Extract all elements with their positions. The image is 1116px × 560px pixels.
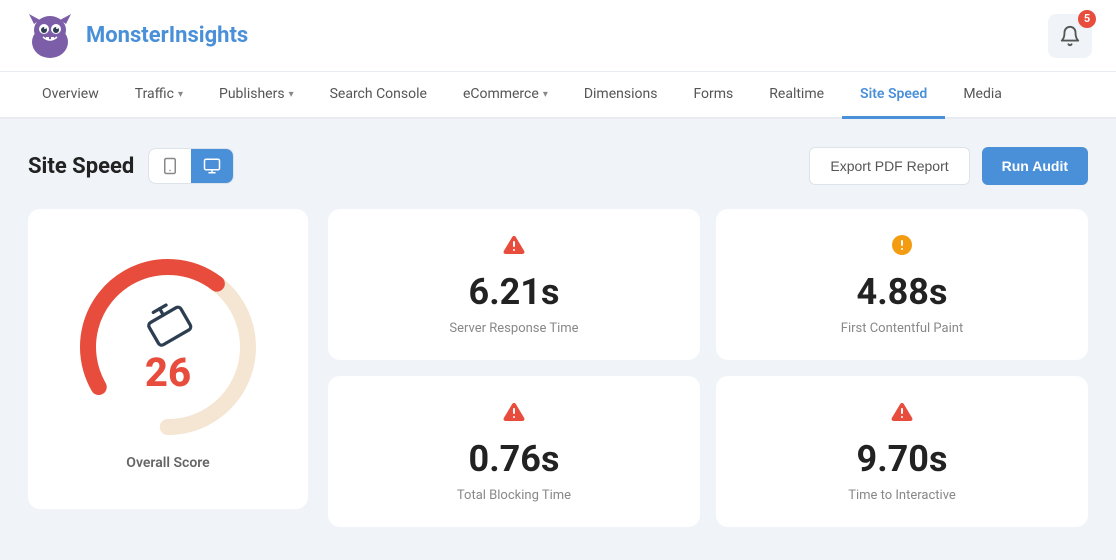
run-audit-button[interactable]: Run Audit — [982, 147, 1088, 185]
tbt-label: Total Blocking Time — [457, 488, 571, 503]
warning-red-icon — [502, 233, 526, 263]
export-pdf-button[interactable]: Export PDF Report — [809, 147, 969, 185]
nav-item-realtime[interactable]: Realtime — [751, 72, 842, 119]
metric-card-fcp: 4.88s First Contentful Paint — [716, 209, 1088, 360]
nav-item-publishers[interactable]: Publishers ▾ — [201, 72, 312, 119]
page-header: Site Speed — [28, 147, 1088, 185]
fcp-value: 4.88s — [857, 271, 948, 313]
desktop-device-button[interactable] — [191, 149, 233, 183]
nav-item-overview[interactable]: Overview — [24, 72, 117, 119]
metric-card-tti: 9.70s Time to Interactive — [716, 376, 1088, 527]
nav-item-dimensions[interactable]: Dimensions — [566, 72, 676, 119]
nav-item-media[interactable]: Media — [945, 72, 1020, 119]
fcp-label: First Contentful Paint — [841, 321, 963, 336]
score-panel: 26 Overall Score — [28, 209, 308, 509]
bell-icon — [1059, 25, 1081, 47]
header-actions: Export PDF Report Run Audit — [809, 147, 1088, 185]
chevron-down-icon: ▾ — [543, 89, 548, 100]
metrics-grid: 6.21s Server Response Time 4.88s First C… — [328, 209, 1088, 527]
page-title-area: Site Speed — [28, 148, 234, 184]
nav-item-forms[interactable]: Forms — [675, 72, 751, 119]
mobile-device-button[interactable] — [149, 149, 191, 183]
desktop-icon — [203, 157, 221, 175]
mobile-icon — [161, 157, 179, 175]
chevron-down-icon: ▾ — [289, 89, 294, 100]
server-response-time-label: Server Response Time — [449, 321, 578, 336]
metric-card-server-response: 6.21s Server Response Time — [328, 209, 700, 360]
tbt-value: 0.76s — [469, 438, 560, 480]
chevron-down-icon: ▾ — [178, 89, 183, 100]
header: MonsterInsights 5 — [0, 0, 1116, 72]
main-content: Site Speed — [0, 119, 1116, 555]
device-toggle — [148, 148, 234, 184]
notification-badge: 5 — [1078, 10, 1096, 28]
monitor-icon — [138, 293, 198, 353]
navigation: Overview Traffic ▾ Publishers ▾ Search C… — [0, 72, 1116, 119]
content-area: 26 Overall Score 6.21s Server Response T… — [28, 209, 1088, 527]
page-title: Site Speed — [28, 154, 134, 179]
score-circle: 26 — [68, 247, 268, 447]
metric-card-tbt: 0.76s Total Blocking Time — [328, 376, 700, 527]
warning-orange-icon — [890, 233, 914, 263]
nav-item-site-speed[interactable]: Site Speed — [842, 72, 945, 119]
server-response-time-value: 6.21s — [469, 271, 560, 313]
nav-item-traffic[interactable]: Traffic ▾ — [117, 72, 201, 119]
notification-area: 5 — [1048, 14, 1092, 58]
overall-score-value: 26 — [145, 353, 191, 393]
score-center: 26 — [145, 301, 191, 393]
tti-label: Time to Interactive — [848, 488, 956, 503]
nav-item-ecommerce[interactable]: eCommerce ▾ — [445, 72, 566, 119]
logo-icon — [24, 10, 76, 62]
brand-name: MonsterInsights — [86, 23, 248, 48]
tti-value: 9.70s — [857, 438, 948, 480]
warning-red-icon-2 — [502, 400, 526, 430]
logo-area: MonsterInsights — [24, 10, 248, 62]
warning-red-icon-3 — [890, 400, 914, 430]
nav-item-search-console[interactable]: Search Console — [312, 72, 445, 119]
